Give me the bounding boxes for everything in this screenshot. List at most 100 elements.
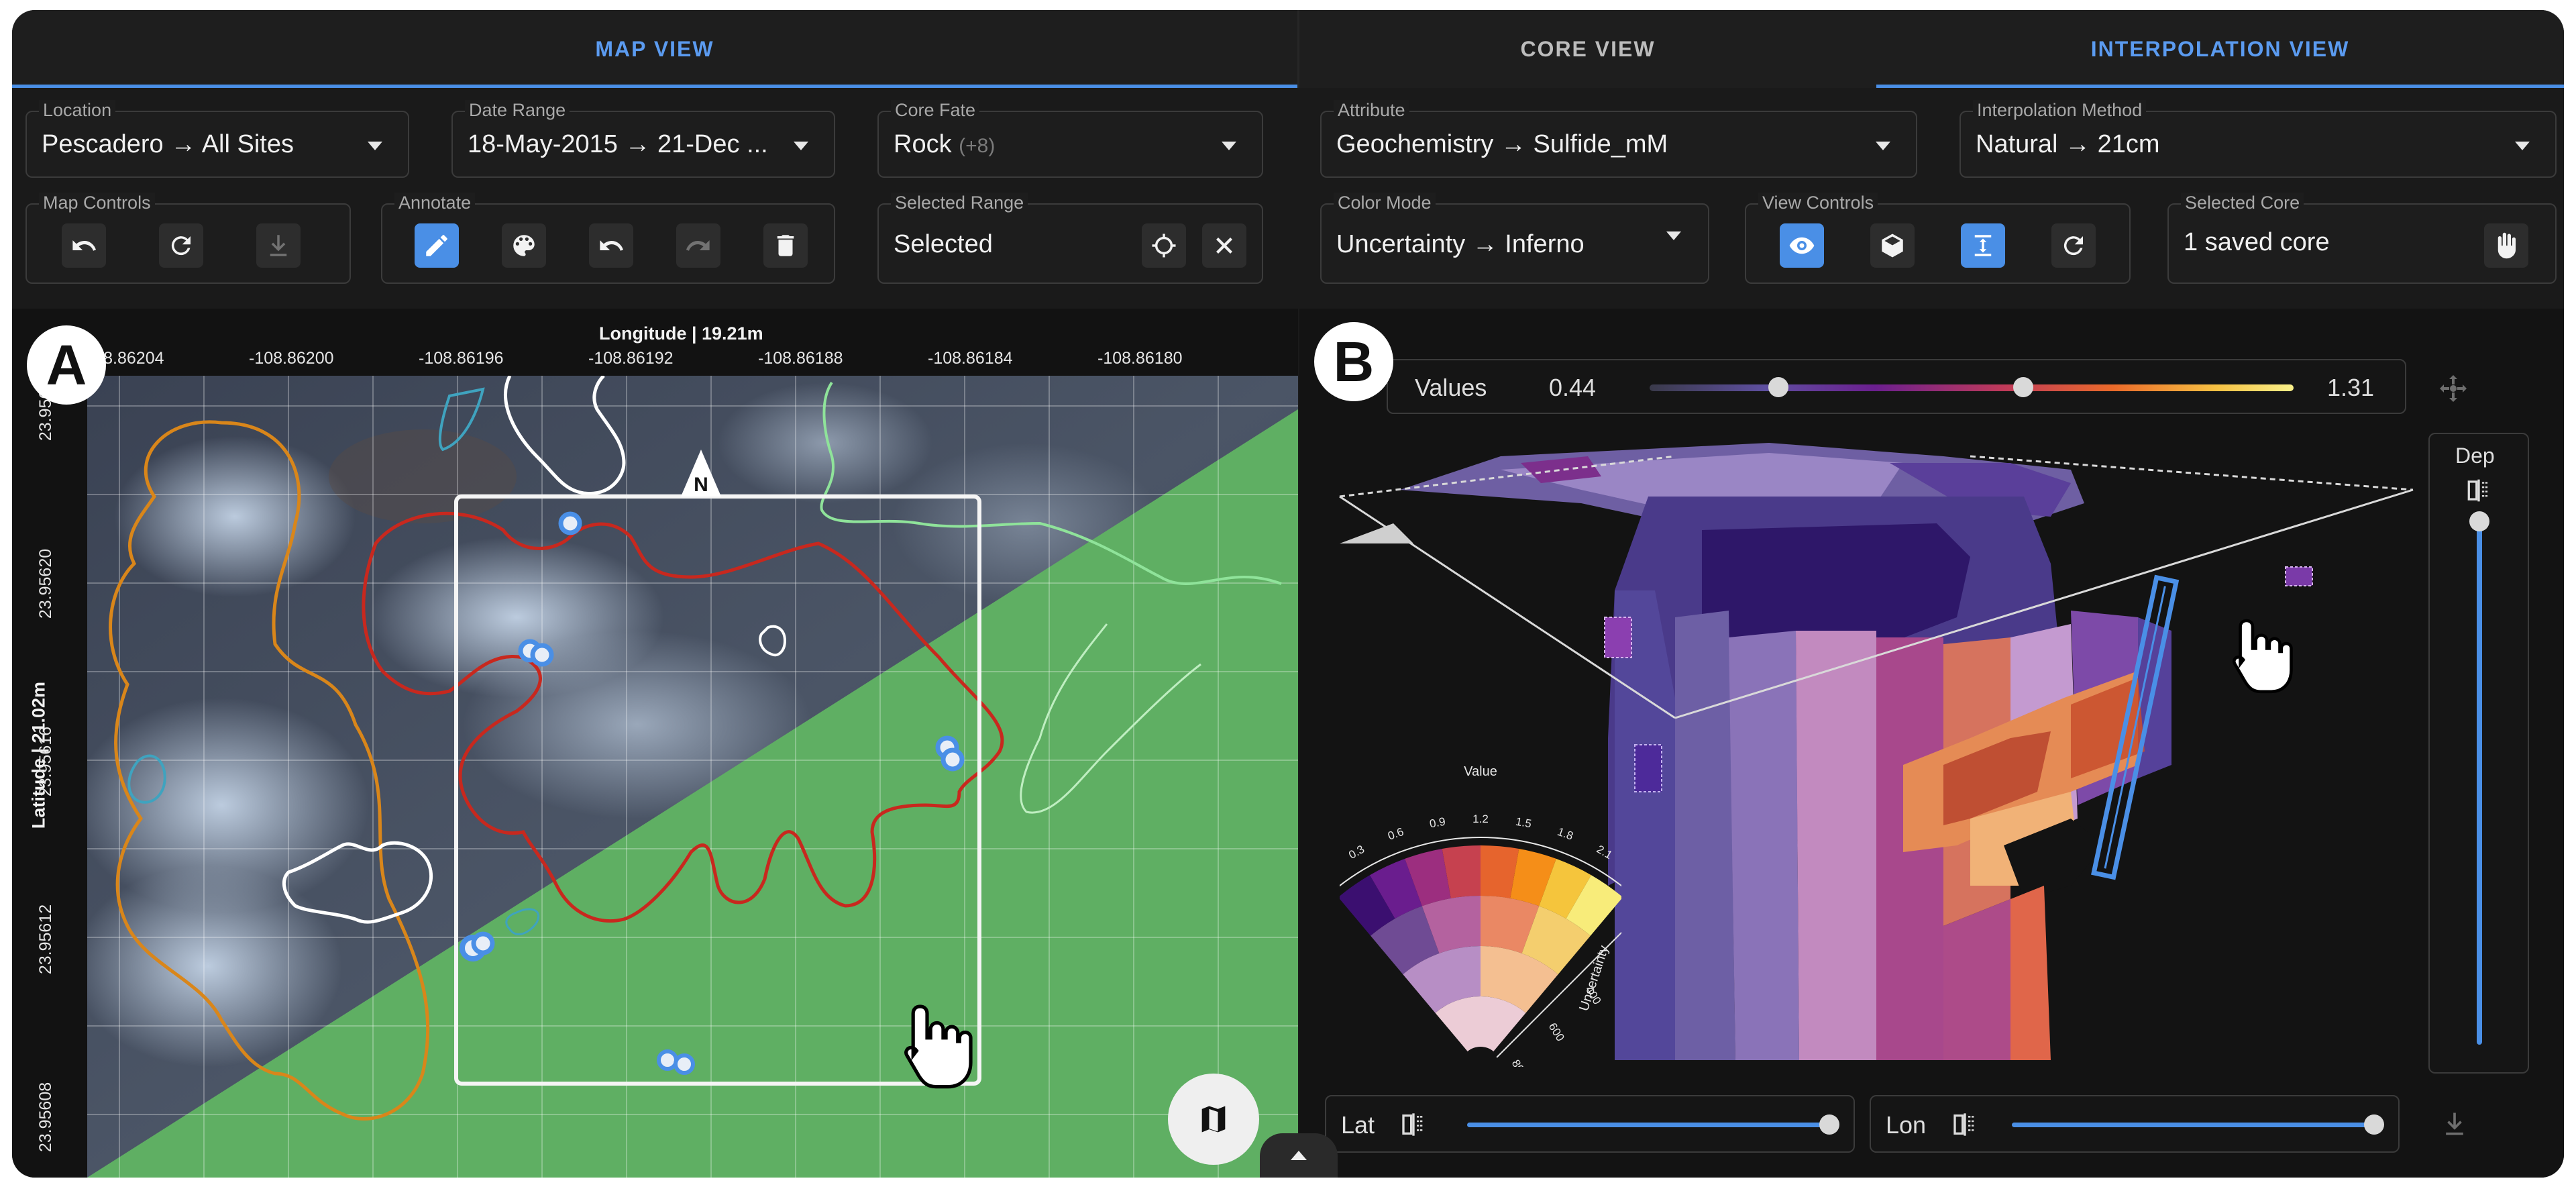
slice-icon: [1953, 1113, 1974, 1136]
trash-icon: [777, 235, 794, 256]
toggle-visibility-button[interactable]: [1780, 223, 1824, 268]
legend-value-title: Value: [1464, 764, 1497, 779]
interpolation-method-label: Interpolation Method: [1973, 100, 2147, 121]
interpolation-method-select[interactable]: Interpolation Method Natural → 21cm: [1960, 100, 2557, 178]
selected-core-label: Selected Core: [2181, 193, 2304, 213]
annotate-delete-button[interactable]: [763, 223, 808, 268]
core-point[interactable]: [941, 747, 965, 772]
map-refresh-button[interactable]: [159, 223, 203, 268]
chevron-down-icon[interactable]: [1876, 142, 1890, 150]
selected-range-group: Selected Range Selected: [877, 193, 1263, 284]
latitude-tick-label: 23.95620: [36, 548, 55, 619]
vertical-scale-button[interactable]: [1961, 223, 2005, 268]
pencil-icon: [426, 235, 447, 256]
core-marker[interactable]: [1634, 744, 1662, 792]
toggle-cube-button[interactable]: [1870, 223, 1915, 268]
chevron-down-icon[interactable]: [2515, 142, 2530, 150]
attribute-select[interactable]: Attribute Geochemistry → Sulfide_mM: [1320, 100, 1917, 178]
selected-range-value: Selected: [894, 230, 993, 258]
view-controls-group: View Controls: [1745, 193, 2131, 284]
target-icon: [1152, 233, 1176, 258]
lon-track[interactable]: [2012, 1114, 2384, 1135]
tab-interpolation-view[interactable]: INTERPOLATION VIEW: [1876, 10, 2564, 88]
chevron-down-icon[interactable]: [1222, 142, 1236, 150]
annotate-palette-button[interactable]: [502, 223, 546, 268]
chevron-down-icon[interactable]: [794, 142, 808, 150]
values-high-handle[interactable]: [2012, 377, 2033, 397]
color-mode-value: Uncertainty → Inferno: [1336, 230, 1585, 258]
tab-underline: [12, 85, 1297, 88]
date-range-label: Date Range: [465, 100, 570, 121]
depth-handle[interactable]: [2469, 511, 2489, 531]
core-fate-select[interactable]: Core Fate Rock (+8): [877, 100, 1263, 178]
panel-badge-b: B: [1314, 322, 1393, 401]
values-low-handle[interactable]: [1768, 377, 1788, 397]
grab-core-button[interactable]: [2484, 223, 2528, 268]
selected-core-value: 1 saved core: [2184, 228, 2330, 256]
clear-selection-button[interactable]: [1202, 223, 1246, 268]
color-mode-select[interactable]: Color Mode Uncertainty → Inferno: [1320, 193, 1709, 284]
focus-selection-button[interactable]: [1142, 223, 1186, 268]
legend-value-tick: 1.5: [1515, 815, 1533, 831]
collapse-panel-button[interactable]: [1260, 1133, 1338, 1178]
annotate-redo-button[interactable]: [676, 223, 720, 268]
lat-label: Lat: [1341, 1111, 1375, 1139]
view-reset-button[interactable]: [2051, 223, 2096, 268]
undo-icon: [600, 240, 624, 251]
core-point[interactable]: [530, 643, 554, 667]
core-marker[interactable]: [2285, 566, 2313, 586]
lon-label: Lon: [1886, 1111, 1927, 1139]
compass-pointer: [1340, 523, 1413, 543]
lon-slider: Lon: [1870, 1095, 2400, 1153]
map-download-button[interactable]: [256, 223, 301, 268]
chevron-up-icon: [1291, 1151, 1307, 1160]
attribute-value: Geochemistry → Sulfide_mM: [1336, 130, 1668, 158]
core-point[interactable]: [558, 511, 582, 535]
longitude-tick-label: -108.86196: [419, 349, 504, 368]
lat-track[interactable]: [1467, 1114, 1839, 1135]
tab-map-view[interactable]: MAP VIEW: [12, 10, 1297, 88]
core-point[interactable]: [471, 931, 495, 955]
values-range-slider: Values 0.44 1.31: [1387, 359, 2406, 414]
attribute-label: Attribute: [1334, 100, 1409, 121]
core-marker[interactable]: [1604, 617, 1632, 658]
legend-value-tick: 2.1: [1595, 843, 1615, 862]
legend-value-tick: 1.2: [1472, 813, 1489, 825]
chevron-down-icon[interactable]: [368, 142, 382, 150]
core-point[interactable]: [657, 1049, 678, 1071]
longitude-tick-label: -108.86184: [928, 349, 1013, 368]
location-select[interactable]: Location Pescadero → All Sites: [25, 100, 409, 178]
chevron-down-icon[interactable]: [1666, 231, 1681, 240]
location-value: Pescadero → All Sites: [42, 130, 294, 158]
legend-value-tick: 0.6: [1386, 825, 1405, 843]
annotate-undo-button[interactable]: [589, 223, 633, 268]
lat-handle[interactable]: [1819, 1114, 1839, 1135]
download-icon: [2446, 1112, 2463, 1135]
lon-handle[interactable]: [2364, 1114, 2384, 1135]
depth-track[interactable]: [2469, 511, 2489, 1045]
hand-cursor-icon: [2233, 619, 2293, 694]
location-label: Location: [39, 100, 116, 121]
map-canvas[interactable]: N: [87, 376, 1298, 1178]
tab-core-view[interactable]: CORE VIEW: [1299, 10, 1876, 88]
view-controls-label: View Controls: [1758, 193, 1878, 213]
date-range-select[interactable]: Date Range 18-May-2015 → 21-Dec ...: [451, 100, 835, 178]
map-layer-toggle-button[interactable]: [1168, 1074, 1259, 1165]
map-undo-button[interactable]: [62, 223, 106, 268]
tab-label: CORE VIEW: [1520, 36, 1656, 61]
core-fate-value: Rock: [894, 130, 952, 158]
pan-control[interactable]: [2437, 372, 2469, 405]
refresh-icon: [2063, 236, 2083, 256]
lat-slider: Lat: [1325, 1095, 1855, 1153]
download-volume-button[interactable]: [2440, 1107, 2469, 1141]
annotate-group: Annotate: [381, 193, 835, 284]
longitude-tick-label: -108.86192: [588, 349, 674, 368]
core-point[interactable]: [674, 1053, 695, 1075]
north-label: N: [694, 474, 708, 496]
latitude-tick-label: 23.95608: [36, 1082, 55, 1153]
depth-slider-panel: Dep: [2428, 433, 2529, 1074]
core-fate-extra-count: (+8): [959, 135, 996, 157]
values-min: 0.44: [1549, 374, 1597, 401]
values-gradient-track[interactable]: [1650, 377, 2294, 397]
annotate-pencil-button[interactable]: [415, 223, 459, 268]
